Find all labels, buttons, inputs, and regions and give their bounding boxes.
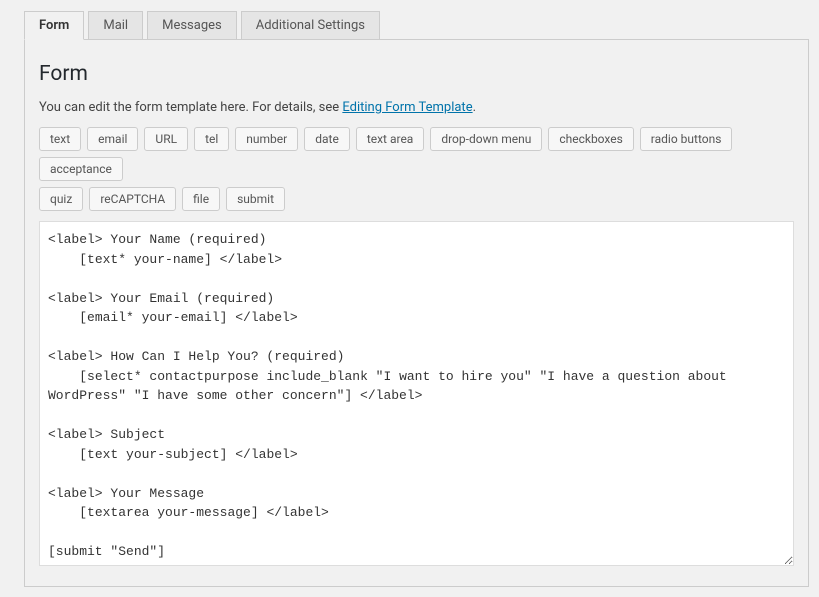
editing-form-template-link[interactable]: Editing Form Template <box>342 100 472 115</box>
form-template-textarea[interactable] <box>39 221 794 566</box>
panel-heading: Form <box>39 62 794 86</box>
tag-button-row-2: quiz reCAPTCHA file submit <box>39 187 794 211</box>
tag-btn-number[interactable]: number <box>235 127 298 151</box>
tab-additional-settings[interactable]: Additional Settings <box>241 11 380 40</box>
tag-btn-dropdown[interactable]: drop-down menu <box>430 127 542 151</box>
tab-mail[interactable]: Mail <box>88 11 143 40</box>
tag-btn-submit[interactable]: submit <box>226 187 285 211</box>
tag-btn-checkboxes[interactable]: checkboxes <box>548 127 633 151</box>
tag-btn-url[interactable]: URL <box>144 127 188 151</box>
tab-bar: Form Mail Messages Additional Settings <box>24 10 809 39</box>
tab-messages[interactable]: Messages <box>147 11 237 40</box>
description-prefix: You can edit the form template here. For… <box>39 100 342 115</box>
tag-btn-tel[interactable]: tel <box>194 127 229 151</box>
description-suffix: . <box>473 100 476 115</box>
tag-btn-file[interactable]: file <box>182 187 220 211</box>
tag-btn-quiz[interactable]: quiz <box>39 187 83 211</box>
tag-btn-recaptcha[interactable]: reCAPTCHA <box>89 187 176 211</box>
tag-btn-radio[interactable]: radio buttons <box>640 127 733 151</box>
tag-btn-acceptance[interactable]: acceptance <box>39 157 123 181</box>
panel-description: You can edit the form template here. For… <box>39 100 794 115</box>
tag-btn-textarea[interactable]: text area <box>356 127 425 151</box>
tag-btn-text[interactable]: text <box>39 127 81 151</box>
tag-button-row-1: text email URL tel number date text area… <box>39 127 794 181</box>
tag-btn-date[interactable]: date <box>304 127 350 151</box>
tab-form[interactable]: Form <box>24 11 84 40</box>
tag-btn-email[interactable]: email <box>87 127 138 151</box>
form-panel: Form You can edit the form template here… <box>24 39 809 587</box>
